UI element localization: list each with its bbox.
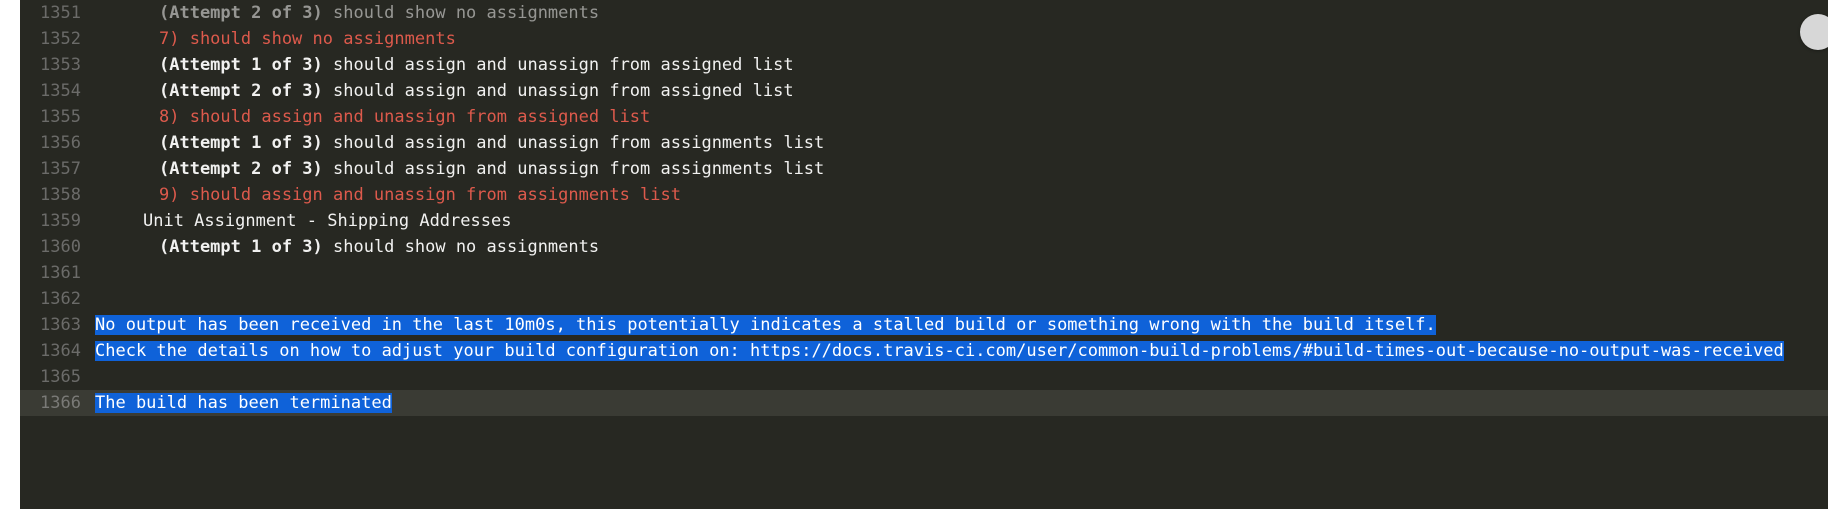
log-segment: (Attempt 1 of 3) xyxy=(95,55,333,75)
line-content: (Attempt 1 of 3) should assign and unass… xyxy=(95,52,1828,78)
line-number: 1359 xyxy=(20,208,95,234)
line-number: 1360 xyxy=(20,234,95,260)
log-segment: 8) should assign and unassign from assig… xyxy=(95,107,650,127)
line-content: The build has been terminated xyxy=(95,390,1828,416)
line-number: 1361 xyxy=(20,260,95,286)
log-row: 1362 xyxy=(20,286,1828,312)
log-segment: (Attempt 2 of 3) xyxy=(95,81,333,101)
log-segment: should show no assignments xyxy=(333,3,599,23)
line-content: 9) should assign and unassign from assig… xyxy=(95,182,1828,208)
line-content xyxy=(95,286,1828,312)
line-content: (Attempt 2 of 3) should assign and unass… xyxy=(95,156,1828,182)
log-segment: (Attempt 2 of 3) xyxy=(95,159,333,179)
log-segment: Unit Assignment - Shipping Addresses xyxy=(95,211,511,231)
log-segment: No output has been received in the last … xyxy=(95,315,1436,335)
line-number: 1366 xyxy=(20,390,95,416)
log-row: 1365 xyxy=(20,364,1828,390)
line-content: Unit Assignment - Shipping Addresses xyxy=(95,208,1828,234)
log-row: 13589) should assign and unassign from a… xyxy=(20,182,1828,208)
line-number: 1363 xyxy=(20,312,95,338)
log-segment xyxy=(95,289,105,309)
line-number: 1356 xyxy=(20,130,95,156)
line-number: 1358 xyxy=(20,182,95,208)
line-content: (Attempt 2 of 3) should show no assignme… xyxy=(95,0,1828,26)
log-segment: The build has been terminated xyxy=(95,393,392,413)
log-row: 13527) should show no assignments xyxy=(20,26,1828,52)
log-segment: should show no assignments xyxy=(333,237,599,257)
line-number: 1365 xyxy=(20,364,95,390)
log-row: 1354(Attempt 2 of 3) should assign and u… xyxy=(20,78,1828,104)
line-number: 1364 xyxy=(20,338,95,364)
log-row: 1357(Attempt 2 of 3) should assign and u… xyxy=(20,156,1828,182)
line-number: 1352 xyxy=(20,26,95,52)
log-segment: 7) should show no assignments xyxy=(95,29,456,49)
line-content: No output has been received in the last … xyxy=(95,312,1828,338)
line-content: 8) should assign and unassign from assig… xyxy=(95,104,1828,130)
log-segment: 9) should assign and unassign from assig… xyxy=(95,185,681,205)
log-row: 1351(Attempt 2 of 3) should show no assi… xyxy=(20,0,1828,26)
line-content: Check the details on how to adjust your … xyxy=(95,338,1828,364)
line-number: 1353 xyxy=(20,52,95,78)
line-content: (Attempt 1 of 3) should show no assignme… xyxy=(95,234,1828,260)
log-segment xyxy=(95,367,105,387)
log-row: 1356(Attempt 1 of 3) should assign and u… xyxy=(20,130,1828,156)
line-content xyxy=(95,364,1828,390)
line-content xyxy=(95,260,1828,286)
log-row: 1360(Attempt 1 of 3) should show no assi… xyxy=(20,234,1828,260)
line-content: (Attempt 1 of 3) should assign and unass… xyxy=(95,130,1828,156)
log-segment: should assign and unassign from assignme… xyxy=(333,133,824,153)
log-row: 1359Unit Assignment - Shipping Addresses xyxy=(20,208,1828,234)
log-segment: (Attempt 2 of 3) xyxy=(95,3,333,23)
build-log-console[interactable]: 1351(Attempt 2 of 3) should show no assi… xyxy=(20,0,1828,509)
line-number: 1362 xyxy=(20,286,95,312)
line-content: 7) should show no assignments xyxy=(95,26,1828,52)
log-segment: Check the details on how to adjust your … xyxy=(95,341,1784,361)
app-root: 1351(Attempt 2 of 3) should show no assi… xyxy=(0,0,1828,509)
log-row: 1366The build has been terminated xyxy=(20,390,1828,416)
line-content: (Attempt 2 of 3) should assign and unass… xyxy=(95,78,1828,104)
left-margin xyxy=(0,0,20,509)
log-row: 1364Check the details on how to adjust y… xyxy=(20,338,1828,364)
log-row: 13558) should assign and unassign from a… xyxy=(20,104,1828,130)
line-number: 1351 xyxy=(20,0,95,26)
log-row: 1361 xyxy=(20,260,1828,286)
log-row: 1363No output has been received in the l… xyxy=(20,312,1828,338)
log-segment: should assign and unassign from assignme… xyxy=(333,159,824,179)
log-segment: should assign and unassign from assigned… xyxy=(333,81,794,101)
line-number: 1355 xyxy=(20,104,95,130)
scroll-button[interactable] xyxy=(1800,14,1828,50)
log-segment: should assign and unassign from assigned… xyxy=(333,55,794,75)
line-number: 1357 xyxy=(20,156,95,182)
log-row: 1353(Attempt 1 of 3) should assign and u… xyxy=(20,52,1828,78)
log-segment xyxy=(95,263,105,283)
line-number: 1354 xyxy=(20,78,95,104)
log-lines-container: 1351(Attempt 2 of 3) should show no assi… xyxy=(20,0,1828,416)
log-segment: (Attempt 1 of 3) xyxy=(95,133,333,153)
log-segment: (Attempt 1 of 3) xyxy=(95,237,333,257)
